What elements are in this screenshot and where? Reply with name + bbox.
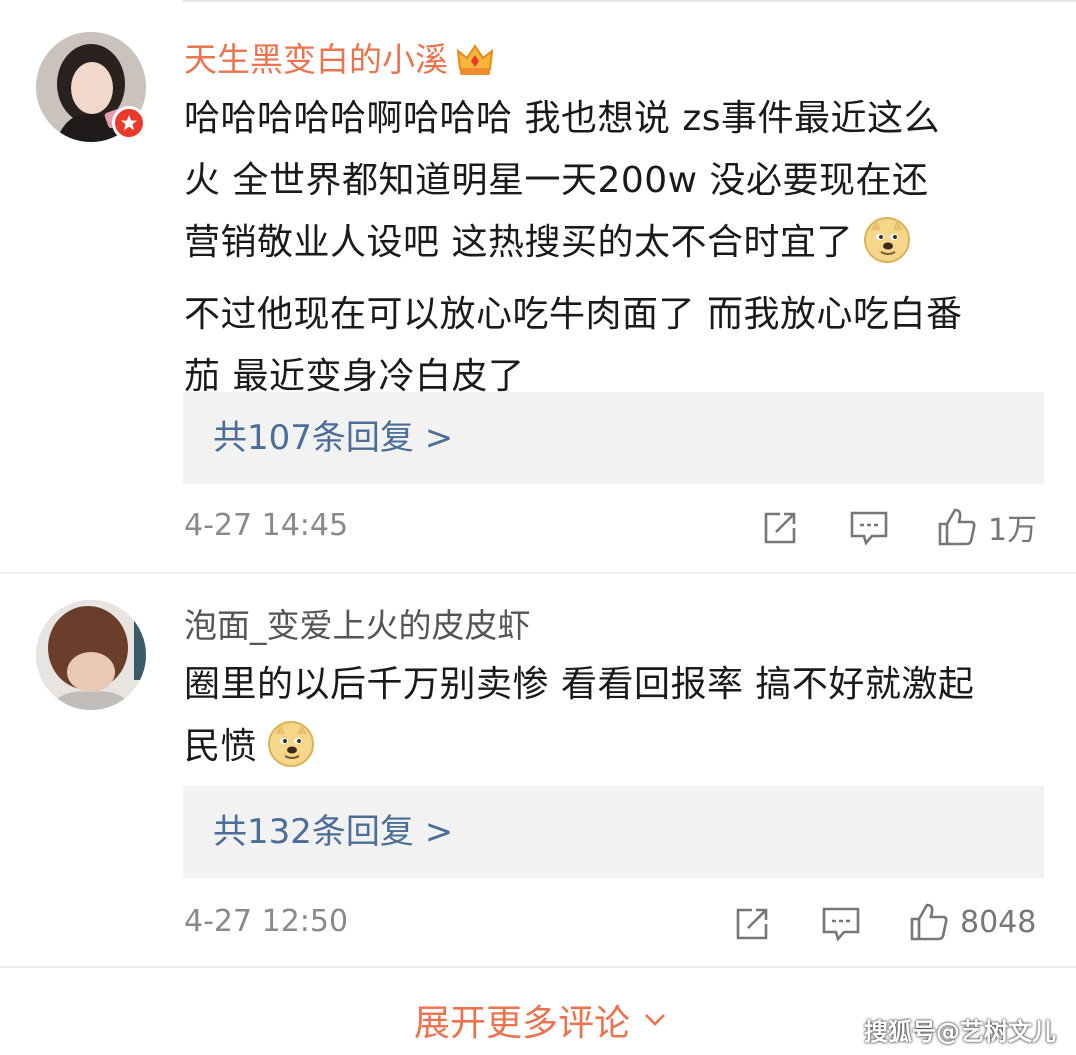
comment-time: 4-27 14:45 [184, 508, 349, 543]
verified-badge-icon [112, 106, 146, 140]
share-icon [736, 908, 768, 940]
crown-icon [456, 43, 494, 88]
username[interactable]: 天生黑变白的小溪 [184, 38, 494, 88]
comment-button[interactable] [848, 508, 890, 548]
doge-emoji-icon [863, 216, 911, 284]
comment-line: 圈里的以后千万别卖惨 看看回报率 搞不好就激起 [184, 664, 975, 705]
avatar[interactable] [36, 600, 146, 710]
expand-more-comments-button[interactable]: 展开更多评论 [414, 994, 670, 1046]
comment-button[interactable] [820, 904, 862, 944]
repost-button[interactable] [732, 904, 772, 944]
like-button[interactable]: 1万 [936, 505, 1037, 549]
like-count: 1万 [988, 513, 1038, 548]
comment-icon [822, 907, 860, 942]
watermark: 搜狐号@艺树文儿 [864, 1018, 1056, 1046]
comment-divider [0, 966, 1076, 968]
chevron-down-icon [645, 1014, 665, 1026]
comment-line: 火 全世界都知道明星一天200w 没必要现在还 [184, 160, 929, 201]
like-count: 8048 [960, 904, 1037, 940]
view-replies-link[interactable]: 共132条回复 > [213, 786, 453, 878]
comment-item: 泡面_变爱上火的皮皮虾 圈里的以后千万别卖惨 看看回报率 搞不好就激起 民愤 共… [0, 574, 1076, 966]
comment-line: 哈哈哈哈哈啊哈哈哈 我也想说 zs事件最近这么 [184, 98, 941, 139]
repost-button[interactable] [760, 508, 800, 548]
doge-emoji-icon [267, 720, 315, 788]
reply-box: 共132条回复 > [183, 786, 1044, 878]
comment-line-text: 民愤 [184, 726, 258, 767]
username-text[interactable]: 天生黑变白的小溪 [184, 40, 448, 79]
thumbs-up-icon [938, 508, 976, 546]
comment-line: 营销敬业人设吧 这热搜买的太不合时宜了 [184, 212, 1044, 284]
view-replies-link[interactable]: 共107条回复 > [213, 392, 453, 484]
share-icon [764, 512, 796, 544]
comment-text: 圈里的以后千万别卖惨 看看回报率 搞不好就激起 民愤 [184, 654, 1044, 788]
comment-icon [850, 511, 888, 546]
thumbs-up-icon [910, 903, 948, 941]
comment-line-text: 营销敬业人设吧 这热搜买的太不合时宜了 [184, 222, 853, 263]
like-button[interactable]: 8048 [908, 901, 1036, 943]
username[interactable]: 泡面_变爱上火的皮皮虾 [184, 604, 531, 648]
reply-box: 共107条回复 > [183, 392, 1044, 484]
comment-text: 哈哈哈哈哈啊哈哈哈 我也想说 zs事件最近这么 火 全世界都知道明星一天200w… [184, 88, 1044, 408]
comment-line: 民愤 [184, 716, 1044, 788]
comment-time: 4-27 12:50 [184, 904, 349, 939]
expand-label[interactable]: 展开更多评论 [414, 994, 630, 1046]
comment-line: 不过他现在可以放心吃牛肉面了 而我放心吃白番 [184, 294, 963, 335]
comment-item: 天生黑变白的小溪 哈哈哈哈哈啊哈哈哈 我也想说 zs事件最近这么 火 全世界都知… [0, 0, 1076, 572]
